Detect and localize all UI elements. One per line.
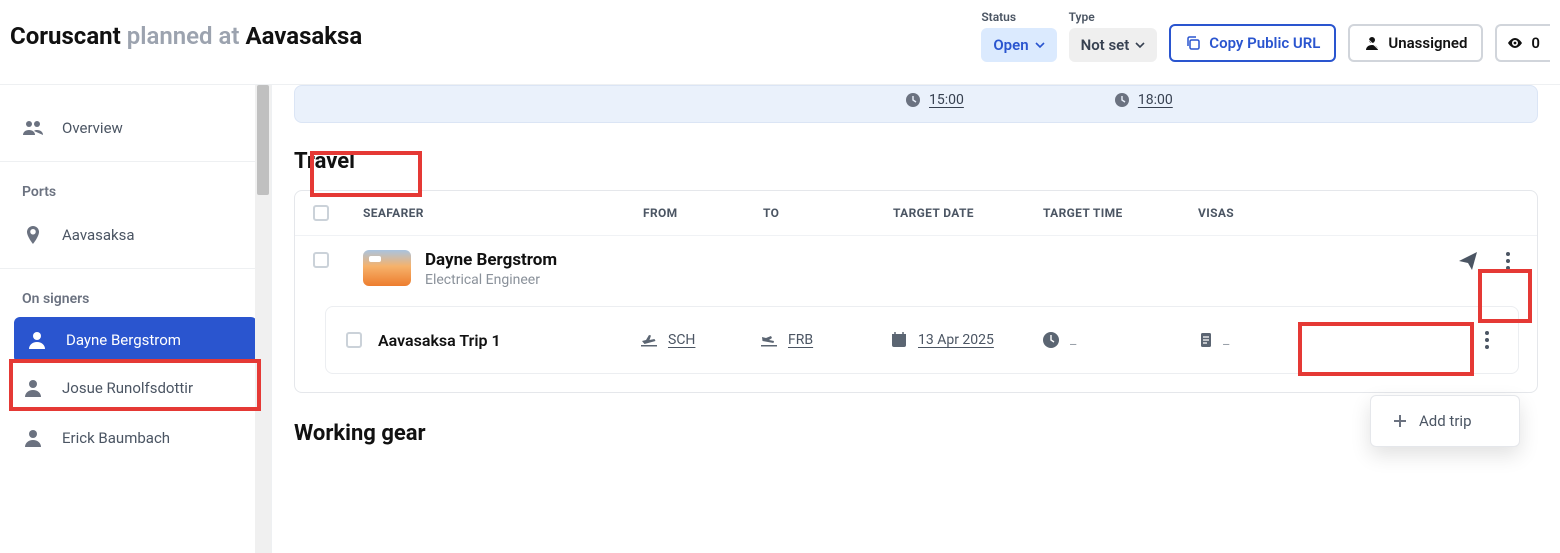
scrollbar-thumb[interactable]	[257, 85, 269, 195]
document-icon	[1197, 331, 1215, 349]
copy-public-url-label: Copy Public URL	[1209, 34, 1320, 52]
people-icon	[22, 117, 44, 139]
plane-depart-icon	[640, 331, 658, 349]
trip-row: Aavasaksa Trip 1 SCH FRB 13 Apr 2025	[325, 306, 1519, 374]
col-target-time: TARGET TIME	[1043, 206, 1198, 220]
status-block: Status Open	[981, 10, 1056, 62]
layout: Overview Ports Aavasaksa On signers Dayn…	[0, 85, 1560, 553]
overview-label: Overview	[62, 119, 123, 137]
person-icon	[22, 377, 44, 399]
calendar-icon	[890, 331, 908, 349]
visas-value: _	[1223, 332, 1229, 348]
working-gear-section-title: Working gear	[294, 421, 1538, 446]
person-icon	[26, 329, 48, 351]
title-port: Aavasaksa	[245, 22, 362, 50]
trip-date[interactable]: 13 Apr 2025	[890, 331, 1042, 349]
to-code: FRB	[788, 332, 813, 348]
status-value: Open	[993, 36, 1028, 54]
more-button[interactable]	[1497, 250, 1519, 272]
send-button[interactable]	[1457, 250, 1479, 272]
top-controls: Status Open Type Not set Copy Public URL…	[981, 10, 1550, 62]
sidebar-item-port-aavasaksa[interactable]: Aavasaksa	[0, 210, 271, 260]
table-head: SEAFARER FROM TO TARGET DATE TARGET TIME…	[295, 191, 1537, 236]
ports-section-label: Ports	[0, 170, 271, 210]
time-value: 18:00	[1138, 92, 1173, 108]
sidebar: Overview Ports Aavasaksa On signers Dayn…	[0, 85, 272, 553]
watch-count: 0	[1531, 34, 1540, 52]
col-to: TO	[763, 206, 893, 220]
on-signers-section-label: On signers	[0, 277, 271, 317]
plane-arrive-icon	[760, 331, 778, 349]
status-label: Status	[981, 10, 1056, 24]
col-seafarer: SEAFARER	[363, 206, 643, 220]
copy-public-url-button[interactable]: Copy Public URL	[1169, 24, 1336, 62]
checkbox-row[interactable]	[313, 252, 329, 268]
trip-time[interactable]: _	[1042, 331, 1197, 349]
trip-visas[interactable]: _	[1197, 331, 1476, 349]
seafarer-role: Electrical Engineer	[425, 272, 557, 288]
seafarer-row: Dayne Bergstrom Electrical Engineer	[295, 236, 1537, 306]
pin-icon	[22, 224, 44, 246]
divider	[0, 268, 271, 269]
travel-section-title: Travel	[294, 149, 355, 174]
col-target-date: TARGET DATE	[893, 206, 1043, 220]
sidebar-item-overview[interactable]: Overview	[0, 103, 271, 153]
chevron-down-icon	[1035, 40, 1045, 50]
topbar: Coruscant planned at Aavasaksa Status Op…	[0, 0, 1560, 85]
page-title: Coruscant planned at Aavasaksa	[10, 22, 362, 50]
time-chip-2[interactable]: 18:00	[1114, 92, 1173, 108]
port-label: Aavasaksa	[62, 226, 135, 244]
title-action: planned at	[127, 22, 240, 50]
checkbox-all[interactable]	[313, 205, 329, 221]
checkbox-trip[interactable]	[346, 332, 362, 348]
status-dropdown[interactable]: Open	[981, 28, 1056, 62]
trip-subrow-wrap: Aavasaksa Trip 1 SCH FRB 13 Apr 2025	[295, 306, 1537, 392]
time-value: 15:00	[929, 92, 964, 108]
seafarer-name: Dayne Bergstrom	[425, 250, 557, 270]
sidebar-item-josue-runolfsdottir[interactable]: Josue Runolfsdottir	[0, 363, 271, 413]
sidebar-item-erick-baumbach[interactable]: Erick Baumbach	[0, 413, 271, 463]
add-trip-item[interactable]: Add trip	[1377, 402, 1513, 440]
type-value: Not set	[1081, 36, 1130, 54]
assignee-label: Unassigned	[1388, 34, 1467, 52]
sidebar-scrollbar[interactable]	[255, 85, 271, 553]
time-block: 15:00 18:00	[294, 85, 1538, 123]
avatar	[363, 250, 411, 286]
divider	[0, 161, 271, 162]
col-visas: VISAS	[1198, 206, 1519, 220]
col-from: FROM	[643, 206, 763, 220]
trip-more-button[interactable]	[1476, 329, 1498, 351]
assignee-button[interactable]: Unassigned	[1348, 24, 1483, 62]
trip-from[interactable]: SCH	[640, 331, 760, 349]
trip-to[interactable]: FRB	[760, 331, 890, 349]
chevron-down-icon	[1135, 40, 1145, 50]
clock-icon	[1042, 331, 1060, 349]
type-block: Type Not set	[1069, 10, 1158, 62]
clock-icon	[1114, 92, 1130, 108]
trip-name: Aavasaksa Trip 1	[378, 331, 640, 350]
type-dropdown[interactable]: Not set	[1069, 28, 1158, 62]
clock-icon	[905, 92, 921, 108]
person-icon	[22, 427, 44, 449]
eye-icon	[1507, 35, 1523, 51]
travel-panel: SEAFARER FROM TO TARGET DATE TARGET TIME…	[294, 190, 1538, 393]
signer-label: Josue Runolfsdottir	[62, 379, 193, 397]
signer-label: Dayne Bergstrom	[66, 331, 181, 349]
sidebar-item-dayne-bergstrom[interactable]: Dayne Bergstrom	[14, 317, 257, 363]
watchers-button[interactable]: 0	[1495, 24, 1550, 62]
user-slash-icon	[1364, 35, 1380, 51]
row-actions	[1457, 250, 1519, 272]
copy-icon	[1185, 35, 1201, 51]
time-value: _	[1070, 332, 1076, 348]
signer-label: Erick Baumbach	[62, 429, 170, 447]
add-trip-label: Add trip	[1419, 412, 1472, 430]
title-vessel: Coruscant	[10, 22, 121, 50]
time-chip-1[interactable]: 15:00	[905, 92, 964, 108]
from-code: SCH	[668, 332, 695, 348]
plus-icon	[1391, 412, 1409, 430]
type-label: Type	[1069, 10, 1158, 24]
row-context-menu: Add trip	[1370, 395, 1520, 447]
date-value: 13 Apr 2025	[918, 332, 994, 348]
main: 15:00 18:00 Travel SEAFARER FROM TO TARG…	[272, 85, 1560, 553]
